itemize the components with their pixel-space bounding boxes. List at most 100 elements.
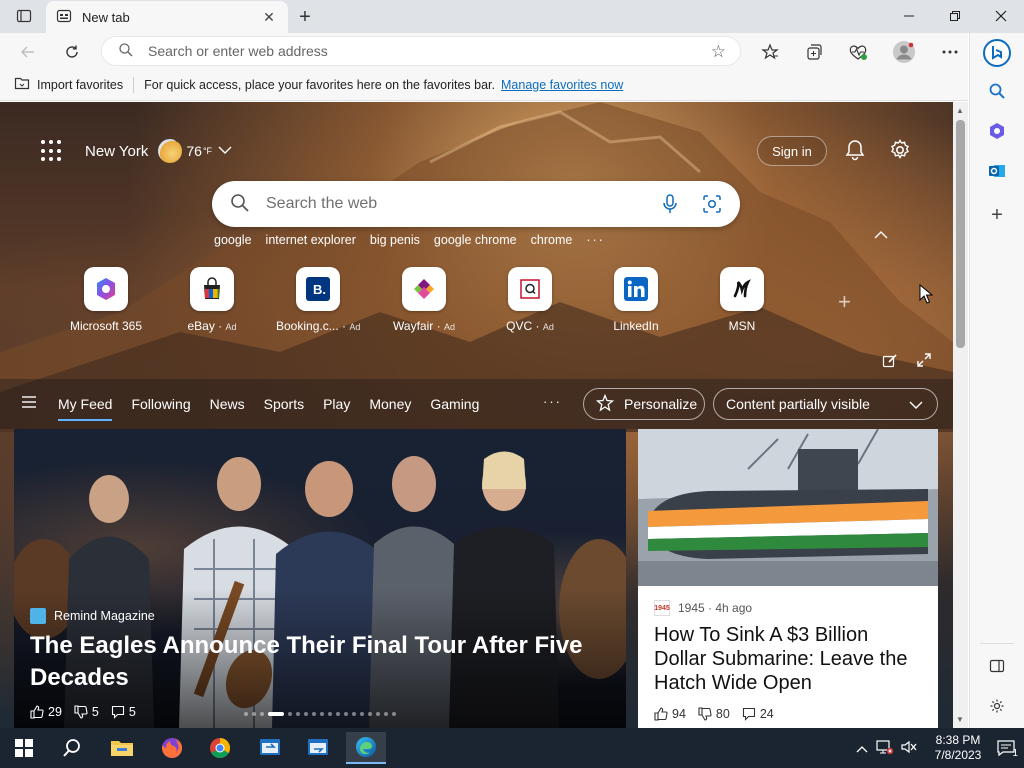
quick-link-ebay[interactable]: eBay · Ad: [170, 267, 254, 333]
web-search-box[interactable]: [212, 181, 740, 227]
dislike-button[interactable]: 5: [74, 705, 99, 719]
more-tabs-icon[interactable]: ···: [543, 394, 562, 409]
microsoft-365-sidebar-icon[interactable]: [983, 117, 1011, 145]
news-headline[interactable]: How To Sink A $3 Billion Dollar Submarin…: [654, 623, 924, 695]
quick-link-microsoft-365[interactable]: Microsoft 365: [64, 267, 148, 333]
tab-news[interactable]: News: [210, 396, 245, 421]
scrollbar-thumb[interactable]: [956, 120, 965, 348]
add-favorite-star-icon[interactable]: ☆: [711, 42, 726, 62]
tab-following[interactable]: Following: [131, 396, 190, 421]
volume-muted-icon[interactable]: [900, 739, 918, 758]
tab-gaming[interactable]: Gaming: [430, 396, 479, 421]
new-tab-button[interactable]: +: [293, 6, 317, 28]
hero-headline[interactable]: The Eagles Announce Their Final Tour Aft…: [30, 630, 590, 694]
suggestion-item[interactable]: google: [214, 233, 252, 247]
tab-actions-icon[interactable]: [14, 6, 34, 26]
visual-search-icon[interactable]: [702, 194, 722, 217]
tab-sports[interactable]: Sports: [264, 396, 304, 421]
hide-sidebar-icon[interactable]: [983, 652, 1011, 680]
new-tab-page: New York 76 °F Sign in google internet e…: [0, 102, 953, 728]
hamburger-menu-icon[interactable]: [22, 396, 36, 411]
sidebar-search-icon[interactable]: [983, 77, 1011, 105]
quick-links: Microsoft 365 eBay · Ad B. Booking.c... …: [66, 267, 886, 337]
quick-link-linkedin[interactable]: LinkedIn: [594, 267, 678, 333]
refresh-button[interactable]: [58, 38, 86, 66]
import-favorites-button[interactable]: Import favorites: [14, 76, 123, 93]
add-sidebar-app-icon[interactable]: +: [983, 201, 1011, 229]
collections-icon[interactable]: [800, 38, 828, 66]
scroll-down-arrow[interactable]: ▼: [956, 715, 964, 724]
hero-news-card[interactable]: Remind Magazine The Eagles Announce Thei…: [14, 429, 626, 728]
firefox-button[interactable]: [152, 732, 192, 764]
settings-more-icon[interactable]: [936, 38, 964, 66]
suggestion-item[interactable]: chrome: [531, 233, 573, 247]
back-button[interactable]: [14, 38, 42, 66]
ad-badge: Ad: [349, 322, 361, 332]
mouse-cursor-icon: [919, 283, 934, 307]
browser-essentials-icon[interactable]: [844, 38, 872, 66]
feed-tabs: My Feed Following News Sports Play Money…: [58, 396, 498, 421]
taskbar-search-button[interactable]: [52, 732, 92, 764]
start-button[interactable]: [4, 732, 44, 764]
file-explorer-button[interactable]: [102, 732, 142, 764]
add-quick-link-icon[interactable]: +: [838, 289, 851, 315]
sign-in-button[interactable]: Sign in: [757, 136, 827, 166]
dislike-button[interactable]: 80: [698, 707, 730, 721]
close-window-button[interactable]: [978, 0, 1024, 32]
web-search-input[interactable]: [266, 195, 646, 213]
profile-avatar[interactable]: [890, 38, 918, 66]
chevron-down-icon[interactable]: [218, 144, 232, 158]
suggestion-item[interactable]: google chrome: [434, 233, 517, 247]
source-name: Remind Magazine: [54, 609, 155, 623]
comment-button[interactable]: 24: [742, 707, 774, 721]
taskbar-clock[interactable]: 8:38 PM 7/8/2023: [928, 733, 988, 763]
manage-favorites-link[interactable]: Manage favorites now: [501, 78, 623, 92]
carousel-pager[interactable]: [244, 712, 396, 716]
apps-launcher-icon[interactable]: [41, 140, 63, 162]
address-bar[interactable]: ☆: [101, 36, 741, 66]
show-hidden-icons-chevron-icon[interactable]: [856, 741, 868, 756]
page-settings-gear-icon[interactable]: [889, 139, 911, 164]
bing-chat-icon[interactable]: [981, 37, 1013, 69]
news-card[interactable]: 1945 1945 · 4h ago How To Sink A $3 Bill…: [638, 429, 938, 728]
tab-new-tab[interactable]: New tab ✕: [46, 1, 288, 33]
ad-badge: Ad: [542, 322, 554, 332]
address-input[interactable]: [148, 43, 668, 59]
close-tab-icon[interactable]: ✕: [260, 8, 278, 26]
collapse-chevron-up-icon[interactable]: [874, 228, 888, 243]
outlook-icon[interactable]: [983, 157, 1011, 185]
microphone-icon[interactable]: [662, 194, 678, 217]
app-button[interactable]: [298, 732, 338, 764]
expand-icon[interactable]: [916, 352, 932, 371]
quick-link-msn[interactable]: MSN: [700, 267, 784, 333]
suggestion-item[interactable]: internet explorer: [266, 233, 356, 247]
content-visibility-dropdown[interactable]: Content partially visible: [713, 388, 938, 420]
quick-link-qvc[interactable]: QVC · Ad: [488, 267, 572, 333]
scroll-up-arrow[interactable]: ▲: [956, 106, 964, 115]
edge-button[interactable]: [346, 732, 386, 764]
quick-link-wayfair[interactable]: Wayfair · Ad: [382, 267, 466, 333]
network-icon[interactable]: [876, 739, 894, 758]
comment-button[interactable]: 5: [111, 705, 136, 719]
like-button[interactable]: 94: [654, 707, 686, 721]
edit-background-icon[interactable]: [882, 352, 898, 371]
quick-link-booking[interactable]: B. Booking.c... · Ad: [276, 267, 360, 333]
minimize-button[interactable]: [886, 0, 932, 32]
tab-my-feed[interactable]: My Feed: [58, 396, 113, 421]
chrome-button[interactable]: [200, 732, 240, 764]
page-scrollbar[interactable]: ▲ ▼: [953, 102, 968, 728]
windows-taskbar: 8:38 PM 7/8/2023 1: [0, 728, 1024, 768]
favorites-icon[interactable]: [756, 38, 784, 66]
personalize-button[interactable]: Personalize: [583, 388, 705, 420]
app-button[interactable]: [250, 732, 290, 764]
action-center-button[interactable]: 1: [988, 728, 1024, 768]
restore-button[interactable]: [932, 0, 978, 32]
sidebar-settings-icon[interactable]: [983, 692, 1011, 720]
weather-widget[interactable]: New York 76 °F: [85, 139, 232, 163]
tab-play[interactable]: Play: [323, 396, 350, 421]
like-button[interactable]: 29: [30, 705, 62, 719]
more-suggestions-icon[interactable]: ···: [586, 233, 605, 247]
tab-money[interactable]: Money: [369, 396, 411, 421]
suggestion-item[interactable]: big penis: [370, 233, 420, 247]
notifications-bell-icon[interactable]: [845, 139, 865, 164]
